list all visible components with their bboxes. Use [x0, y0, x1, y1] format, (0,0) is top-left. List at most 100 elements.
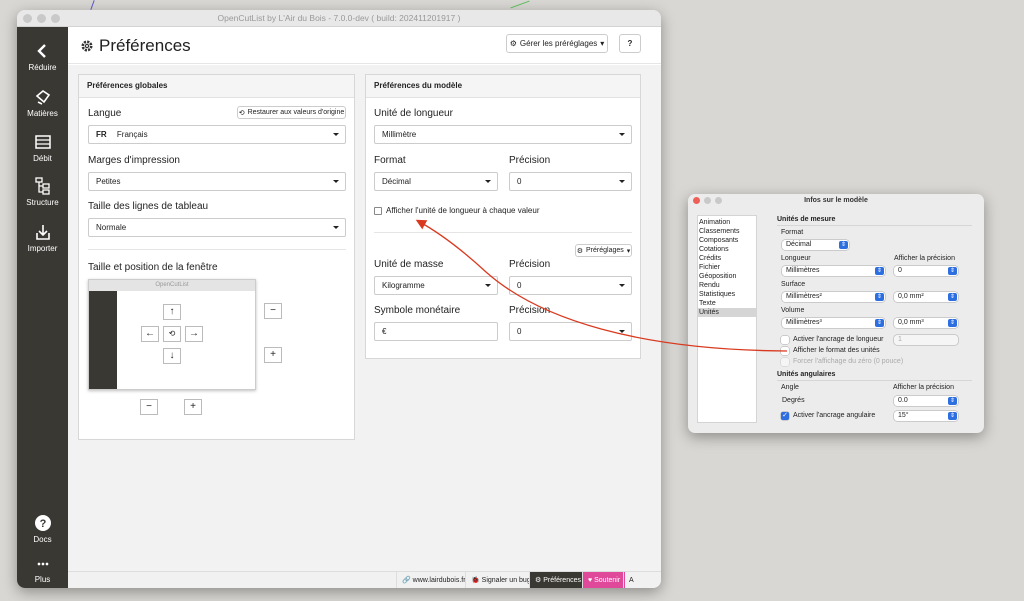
about-label: A propos: [629, 577, 634, 584]
language-label: Langue: [88, 108, 122, 119]
caret-down-icon: [485, 284, 491, 287]
show-format-label: Afficher le format des unités: [793, 347, 880, 354]
surface-precision-popup[interactable]: 0,0 mm² ⇕: [894, 292, 958, 302]
list-item[interactable]: Fichier: [698, 263, 756, 272]
mass-precision-select[interactable]: 0: [509, 276, 632, 295]
sidebar-item-label: Réduire: [28, 63, 57, 72]
angle-label: Angle: [781, 384, 799, 391]
panel-title: Préférences du modèle: [366, 75, 640, 98]
print-margins-select[interactable]: Petites: [88, 172, 346, 191]
print-margins-label: Marges d'impression: [88, 155, 180, 166]
mass-unit-select[interactable]: Kilogramme: [374, 276, 498, 295]
snap-angle-popup[interactable]: 15° ⇕: [894, 411, 958, 421]
force-zero-checkbox[interactable]: [781, 358, 789, 366]
precision-select[interactable]: 0: [509, 172, 632, 191]
sidebar-item-more[interactable]: Plus: [17, 560, 68, 584]
list-item[interactable]: Rendu: [698, 281, 756, 290]
material-icon: [35, 90, 50, 105]
table-rows-select[interactable]: Normale: [88, 218, 346, 237]
preferences-scroll-area[interactable]: Préférences globales Langue ⟲ Restaurer …: [68, 65, 661, 571]
restore-icon: ⟲: [238, 109, 245, 117]
zoom-window-button[interactable]: [715, 197, 722, 204]
zoom-window-button[interactable]: [51, 14, 60, 23]
support-label: Soutenir: [594, 577, 621, 584]
show-unit-checkbox[interactable]: [374, 207, 382, 215]
list-item[interactable]: Cotations: [698, 245, 756, 254]
format-popup[interactable]: Décimal ⇕: [782, 240, 849, 250]
list-item[interactable]: Composants: [698, 236, 756, 245]
divider: [88, 249, 346, 250]
support-button[interactable]: ♥ Soutenir: [582, 572, 626, 588]
close-window-button[interactable]: [693, 197, 700, 204]
move-up-button[interactable]: ↑: [163, 304, 181, 320]
mass-precision-value: 0: [517, 281, 522, 290]
snap-length-value: 1: [898, 336, 902, 343]
list-item[interactable]: Texte: [698, 299, 756, 308]
minimize-window-button[interactable]: [704, 197, 711, 204]
background-axis-line: [90, 0, 95, 10]
sidebar-item-collapse[interactable]: Réduire: [17, 42, 68, 72]
list-item[interactable]: Géoposition: [698, 272, 756, 281]
currency-precision-select[interactable]: 0: [509, 322, 632, 341]
volume-precision-value: 0,0 mm³: [898, 319, 924, 326]
report-bug-link[interactable]: 🐞 Signaler un bug: [465, 572, 536, 588]
format-select[interactable]: Décimal: [374, 172, 498, 191]
title-bar: OpenCutList by L'Air du Bois - 7.0.0-dev…: [17, 10, 661, 27]
sidebar-item-import[interactable]: Importer: [17, 223, 68, 253]
volume-popup[interactable]: Millimètres³ ⇕: [782, 318, 885, 328]
caret-down-icon: ▾: [600, 39, 605, 48]
window-title: OpenCutList by L'Air du Bois - 7.0.0-dev…: [217, 13, 461, 23]
info-category-list: Animation Classements Composants Cotatio…: [697, 215, 757, 423]
popup-arrows-icon: ⇕: [948, 397, 957, 405]
angular-units-heading: Unités angulaires: [777, 371, 836, 378]
presets-small-button[interactable]: ⚙ Préréglages ▾: [575, 244, 632, 257]
manage-presets-button[interactable]: ⚙ Gérer les préréglages ▾: [506, 34, 608, 53]
currency-symbol-input[interactable]: €: [374, 322, 498, 341]
restore-defaults-button[interactable]: ⟲ Restaurer aux valeurs d'origine: [237, 106, 346, 119]
window-preview: OpenCutList ↑ ← ⟲ → ↓: [88, 279, 256, 390]
sidebar-item-materials[interactable]: Matières: [17, 88, 68, 118]
volume-precision-popup[interactable]: 0,0 mm³ ⇕: [894, 318, 958, 328]
cutlist-icon: [34, 135, 51, 149]
snap-angle-checkbox[interactable]: ✓: [781, 412, 789, 420]
popup-arrows-icon: ⇕: [875, 267, 884, 275]
caret-down-icon: [619, 180, 625, 183]
list-item[interactable]: Crédits: [698, 254, 756, 263]
sidebar-item-structure[interactable]: Structure: [17, 177, 68, 207]
height-decrease-button[interactable]: −: [140, 399, 158, 415]
snap-length-input[interactable]: 1: [894, 335, 958, 345]
preferences-footer-tab[interactable]: ⚙ Préférences: [529, 572, 586, 588]
length-popup[interactable]: Millimètres ⇕: [782, 266, 885, 276]
center-window-button[interactable]: ⟲: [163, 326, 181, 342]
list-item[interactable]: Classements: [698, 227, 756, 236]
list-item-selected[interactable]: Unités: [698, 308, 756, 317]
website-link[interactable]: 🔗 www.lairdubois.fr: [396, 572, 471, 588]
height-increase-button[interactable]: +: [184, 399, 202, 415]
show-format-checkbox[interactable]: [781, 347, 789, 355]
help-button[interactable]: ?: [619, 34, 641, 53]
surface-popup[interactable]: Millimètres² ⇕: [782, 292, 885, 302]
popup-arrows-icon: ⇕: [948, 412, 957, 420]
snap-length-checkbox[interactable]: [781, 336, 789, 344]
language-select[interactable]: FR Français: [88, 125, 346, 144]
length-precision-popup[interactable]: 0 ⇕: [894, 266, 958, 276]
list-item[interactable]: Animation: [698, 218, 756, 227]
length-unit-select[interactable]: Millimètre: [374, 125, 632, 144]
minimize-window-button[interactable]: [37, 14, 46, 23]
move-left-button[interactable]: ←: [141, 326, 159, 342]
close-window-button[interactable]: [23, 14, 32, 23]
sidebar-item-cutlist[interactable]: Débit: [17, 133, 68, 163]
window-preview-sidebar: [89, 291, 117, 389]
sidebar-item-docs[interactable]: ? Docs: [17, 514, 68, 544]
surface-precision-value: 0,0 mm²: [898, 293, 924, 300]
move-right-button[interactable]: →: [185, 326, 203, 342]
width-increase-button[interactable]: +: [264, 347, 282, 363]
move-down-button[interactable]: ↓: [163, 348, 181, 364]
structure-icon: [34, 177, 50, 195]
about-link[interactable]: A propos: [623, 572, 661, 588]
width-decrease-button[interactable]: −: [264, 303, 282, 319]
currency-label: Symbole monétaire: [374, 305, 461, 316]
degrees-precision-popup[interactable]: 0.0 ⇕: [894, 396, 958, 406]
surface-label: Surface: [781, 281, 806, 288]
list-item[interactable]: Statistiques: [698, 290, 756, 299]
